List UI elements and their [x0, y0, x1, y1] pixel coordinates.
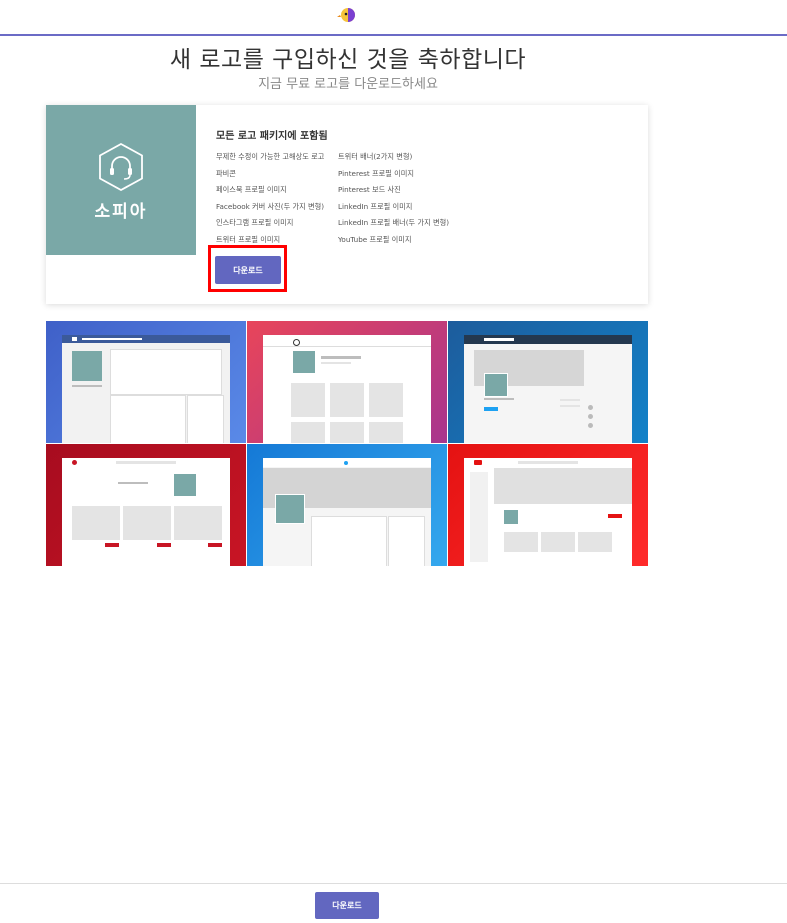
list-item: 트위터 배너(2가지 변형): [338, 152, 413, 161]
top-bar: [0, 0, 787, 36]
youtube-mock: [464, 458, 632, 566]
list-item: 파비콘: [216, 168, 236, 178]
twitter-light-mock: [263, 458, 431, 566]
list-item: 인스타그램 프로필 이미지: [216, 218, 294, 228]
package-list-left: 무제한 수정이 가능한 고해상도 로고 파비콘 페이스북 프로필 이미지 Fac…: [216, 149, 324, 249]
facebook-preview: [46, 321, 246, 443]
list-item: 페이스북 프로필 이미지: [216, 185, 287, 195]
twitter-preview: [448, 321, 648, 443]
footer-bar: 다운로드: [0, 883, 787, 923]
package-list-right: 트위터 배너(2가지 변형) Pinterest 프로필 이미지 Pintere…: [338, 149, 449, 249]
page-title: 새 로고를 구입하신 것을 축하합니다: [169, 47, 527, 73]
facebook-mock: [62, 335, 230, 443]
mini-logo: [174, 474, 196, 496]
logo-name: 소피아: [94, 202, 148, 222]
pinterest-preview: [46, 444, 246, 566]
instagram-preview: [247, 321, 447, 443]
mini-logo: [72, 351, 102, 381]
pinterest-mock: [62, 458, 230, 566]
logo-preview: 소피아: [46, 105, 196, 255]
mini-logo: [504, 510, 518, 524]
mini-logo: [275, 494, 305, 524]
twitter-mock: [464, 335, 632, 443]
mini-logo: [293, 351, 315, 373]
page-subtitle: 지금 무료 로고를 다운로드하세요: [258, 77, 438, 92]
footer-download-button[interactable]: 다운로드: [315, 892, 379, 919]
package-title: 모든 로고 패키지에 포함됨: [216, 131, 328, 142]
download-button[interactable]: 다운로드: [215, 256, 281, 284]
social-preview-grid: [46, 321, 648, 566]
list-item: 무제한 수정이 가능한 고해상도 로고: [216, 152, 325, 161]
brand-bird-icon[interactable]: [337, 6, 357, 24]
list-item: Pinterest 프로필 이미지: [338, 168, 414, 178]
youtube-preview: [448, 444, 648, 566]
mini-logo: [484, 373, 508, 397]
list-item: Facebook 커버 사진(두 가지 변형): [216, 201, 325, 211]
headset-icon: [99, 143, 143, 191]
list-item: LinkedIn 프로필 배너(두 가지 변형): [338, 218, 449, 228]
package-card: 소피아 모든 로고 패키지에 포함됨 무제한 수정이 가능한 고해상도 로고 파…: [46, 105, 648, 304]
list-item: LinkedIn 프로필 이미지: [338, 201, 413, 211]
list-item: Pinterest 보드 사진: [338, 185, 401, 195]
list-item: YouTube 프로필 이미지: [338, 234, 412, 244]
instagram-mock: [263, 335, 431, 443]
twitter-light-preview: [247, 444, 447, 566]
